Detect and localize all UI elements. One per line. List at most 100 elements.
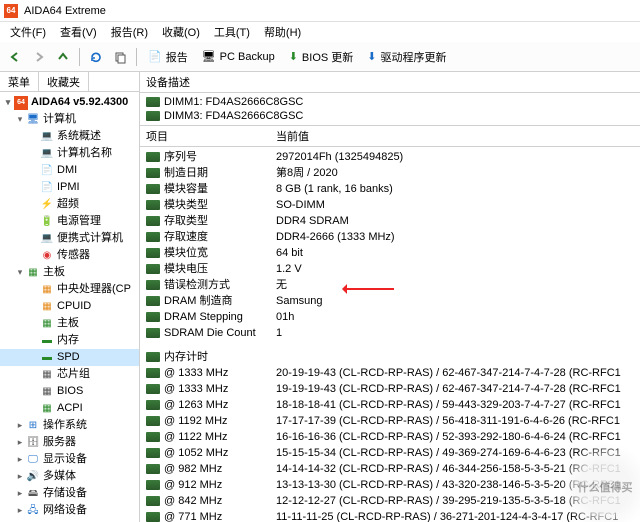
node-icon: 🖵: [26, 453, 40, 467]
tree-node-label: 便携式计算机: [57, 231, 123, 246]
menu-help[interactable]: 帮助(H): [258, 22, 307, 42]
tree-node-label: 系统概述: [57, 129, 101, 144]
tree-node[interactable]: ▬内存: [0, 332, 139, 349]
tree-node[interactable]: ▦芯片组: [0, 366, 139, 383]
tab-menu[interactable]: 菜单: [0, 72, 39, 91]
property-row[interactable]: SDRAM Die Count1: [146, 325, 634, 341]
tree-node-label: 计算机名称: [57, 146, 112, 161]
menu-report[interactable]: 报告(R): [105, 22, 154, 42]
ram-icon: [146, 232, 160, 242]
expand-icon[interactable]: ▸: [14, 435, 26, 450]
node-icon: 🖧: [26, 504, 40, 518]
expand-icon[interactable]: ▸: [14, 469, 26, 484]
expand-icon[interactable]: ▸: [14, 486, 26, 501]
menu-bar: 文件(F) 查看(V) 报告(R) 收藏(O) 工具(T) 帮助(H): [0, 22, 640, 42]
tree-node[interactable]: ▸🖧网络设备: [0, 502, 139, 519]
tree-node[interactable]: ▸🖵显示设备: [0, 451, 139, 468]
property-row[interactable]: 存取速度DDR4-2666 (1333 MHz): [146, 229, 634, 245]
tree-node-label: 操作系统: [43, 418, 87, 433]
expand-icon[interactable]: ▸: [14, 503, 26, 518]
tree-node[interactable]: ▦ACPI: [0, 400, 139, 417]
tree-node[interactable]: 💻计算机名称: [0, 145, 139, 162]
timing-value: 20-19-19-43 (CL-RCD-RP-RAS) / 62-467-347…: [276, 365, 634, 381]
prop-label: SDRAM Die Count: [164, 325, 256, 341]
tree-node[interactable]: ▸🔊多媒体: [0, 468, 139, 485]
device-label: DIMM1: FD4AS2666C8GSC: [164, 96, 303, 108]
property-row[interactable]: 模块位宽64 bit: [146, 245, 634, 261]
property-row[interactable]: DRAM 制造商Samsung: [146, 293, 634, 309]
copy-button[interactable]: [109, 46, 131, 68]
tree-node[interactable]: ▾🖥计算机: [0, 111, 139, 128]
timing-label: @ 842 MHz: [164, 493, 222, 509]
forward-button[interactable]: [28, 46, 50, 68]
tree-node[interactable]: ▾▦主板: [0, 264, 139, 281]
property-row[interactable]: 错误检测方式无: [146, 277, 634, 293]
timing-row[interactable]: @ 1192 MHz17-17-17-39 (CL-RCD-RP-RAS) / …: [146, 413, 634, 429]
back-button[interactable]: [4, 46, 26, 68]
property-row[interactable]: 制造日期第8周 / 2020: [146, 165, 634, 181]
timing-label: @ 1333 MHz: [164, 365, 228, 381]
property-row[interactable]: 模块类型SO-DIMM: [146, 197, 634, 213]
tab-favorites[interactable]: 收藏夹: [39, 72, 89, 91]
timing-row[interactable]: @ 1333 MHz19-19-19-43 (CL-RCD-RP-RAS) / …: [146, 381, 634, 397]
toolbar: 📄 报告 🖥 PC Backup ⬇ BIOS 更新 ⬇ 驱动程序更新: [0, 42, 640, 72]
timing-row[interactable]: @ 1052 MHz15-15-15-34 (CL-RCD-RP-RAS) / …: [146, 445, 634, 461]
tree-node[interactable]: ▦BIOS: [0, 383, 139, 400]
expand-icon[interactable]: ▸: [14, 452, 26, 467]
timing-row[interactable]: @ 982 MHz14-14-14-32 (CL-RCD-RP-RAS) / 4…: [146, 461, 634, 477]
driver-button[interactable]: ⬇ 驱动程序更新: [361, 47, 452, 67]
pcbackup-button[interactable]: 🖥 PC Backup: [196, 48, 281, 65]
tree-node[interactable]: 📄IPMI: [0, 179, 139, 196]
property-row[interactable]: 序列号2972014Fh (1325494825): [146, 149, 634, 165]
tree-node[interactable]: ▸⊞操作系统: [0, 417, 139, 434]
ram-icon: [146, 496, 160, 506]
expand-icon[interactable]: ▾: [14, 265, 26, 280]
tree-node[interactable]: ⚡超频: [0, 196, 139, 213]
device-row[interactable]: DIMM1: FD4AS2666C8GSC: [146, 95, 634, 109]
device-desc-header: 设备描述: [140, 72, 640, 93]
bios-button[interactable]: ⬇ BIOS 更新: [283, 47, 360, 67]
property-row[interactable]: 模块容量8 GB (1 rank, 16 banks): [146, 181, 634, 197]
window-title: AIDA64 Extreme: [24, 5, 106, 17]
tree-node[interactable]: ▦中央处理器(CP: [0, 281, 139, 298]
tree-node[interactable]: ▸🗄服务器: [0, 434, 139, 451]
tree-node[interactable]: ▸🖴存储设备: [0, 485, 139, 502]
column-headers: 项目 当前值: [140, 126, 640, 147]
tree-node[interactable]: ▬SPD: [0, 349, 139, 366]
tree-node[interactable]: 🔋电源管理: [0, 213, 139, 230]
menu-tools[interactable]: 工具(T): [208, 22, 256, 42]
tree-root[interactable]: ▾64 AIDA64 v5.92.4300: [0, 94, 139, 111]
tree-node[interactable]: 📄DMI: [0, 162, 139, 179]
report-button[interactable]: 📄 报告: [142, 47, 194, 67]
tree-node[interactable]: ▦CPUID: [0, 298, 139, 315]
tree-node[interactable]: 💻系统概述: [0, 128, 139, 145]
tree-node[interactable]: ▦主板: [0, 315, 139, 332]
up-button[interactable]: [52, 46, 74, 68]
expand-icon[interactable]: ▸: [14, 418, 26, 433]
device-row[interactable]: DIMM3: FD4AS2666C8GSC: [146, 109, 634, 123]
tree-node-label: 电源管理: [57, 214, 101, 229]
expand-icon[interactable]: ▾: [14, 112, 26, 127]
node-icon: ▬: [40, 334, 54, 348]
timing-row[interactable]: @ 771 MHz11-11-11-25 (CL-RCD-RP-RAS) / 3…: [146, 509, 634, 522]
timing-row[interactable]: @ 912 MHz13-13-13-30 (CL-RCD-RP-RAS) / 4…: [146, 477, 634, 493]
ram-icon: [146, 111, 160, 121]
tree-node[interactable]: ◉传感器: [0, 247, 139, 264]
menu-file[interactable]: 文件(F): [4, 22, 52, 42]
timing-value: 13-13-13-30 (CL-RCD-RP-RAS) / 43-320-238…: [276, 477, 634, 493]
menu-favorites[interactable]: 收藏(O): [156, 22, 206, 42]
property-row[interactable]: DRAM Stepping01h: [146, 309, 634, 325]
tree-node[interactable]: 💻便携式计算机: [0, 230, 139, 247]
bios-label: BIOS 更新: [302, 49, 353, 65]
node-icon: 🖥: [26, 113, 40, 127]
property-row[interactable]: 存取类型DDR4 SDRAM: [146, 213, 634, 229]
menu-view[interactable]: 查看(V): [54, 22, 103, 42]
refresh-button[interactable]: [85, 46, 107, 68]
timing-row[interactable]: @ 1122 MHz16-16-16-36 (CL-RCD-RP-RAS) / …: [146, 429, 634, 445]
tree[interactable]: ▾64 AIDA64 v5.92.4300 ▾🖥计算机💻系统概述💻计算机名称📄D…: [0, 92, 139, 522]
timing-row[interactable]: @ 1333 MHz 20-19-19-43 (CL-RCD-RP-RAS) / …: [146, 365, 634, 381]
timing-row[interactable]: @ 842 MHz12-12-12-27 (CL-RCD-RP-RAS) / 3…: [146, 493, 634, 509]
prop-label: 模块类型: [164, 197, 208, 213]
property-row[interactable]: 模块电压1.2 V: [146, 261, 634, 277]
timing-row[interactable]: @ 1263 MHz18-18-18-41 (CL-RCD-RP-RAS) / …: [146, 397, 634, 413]
